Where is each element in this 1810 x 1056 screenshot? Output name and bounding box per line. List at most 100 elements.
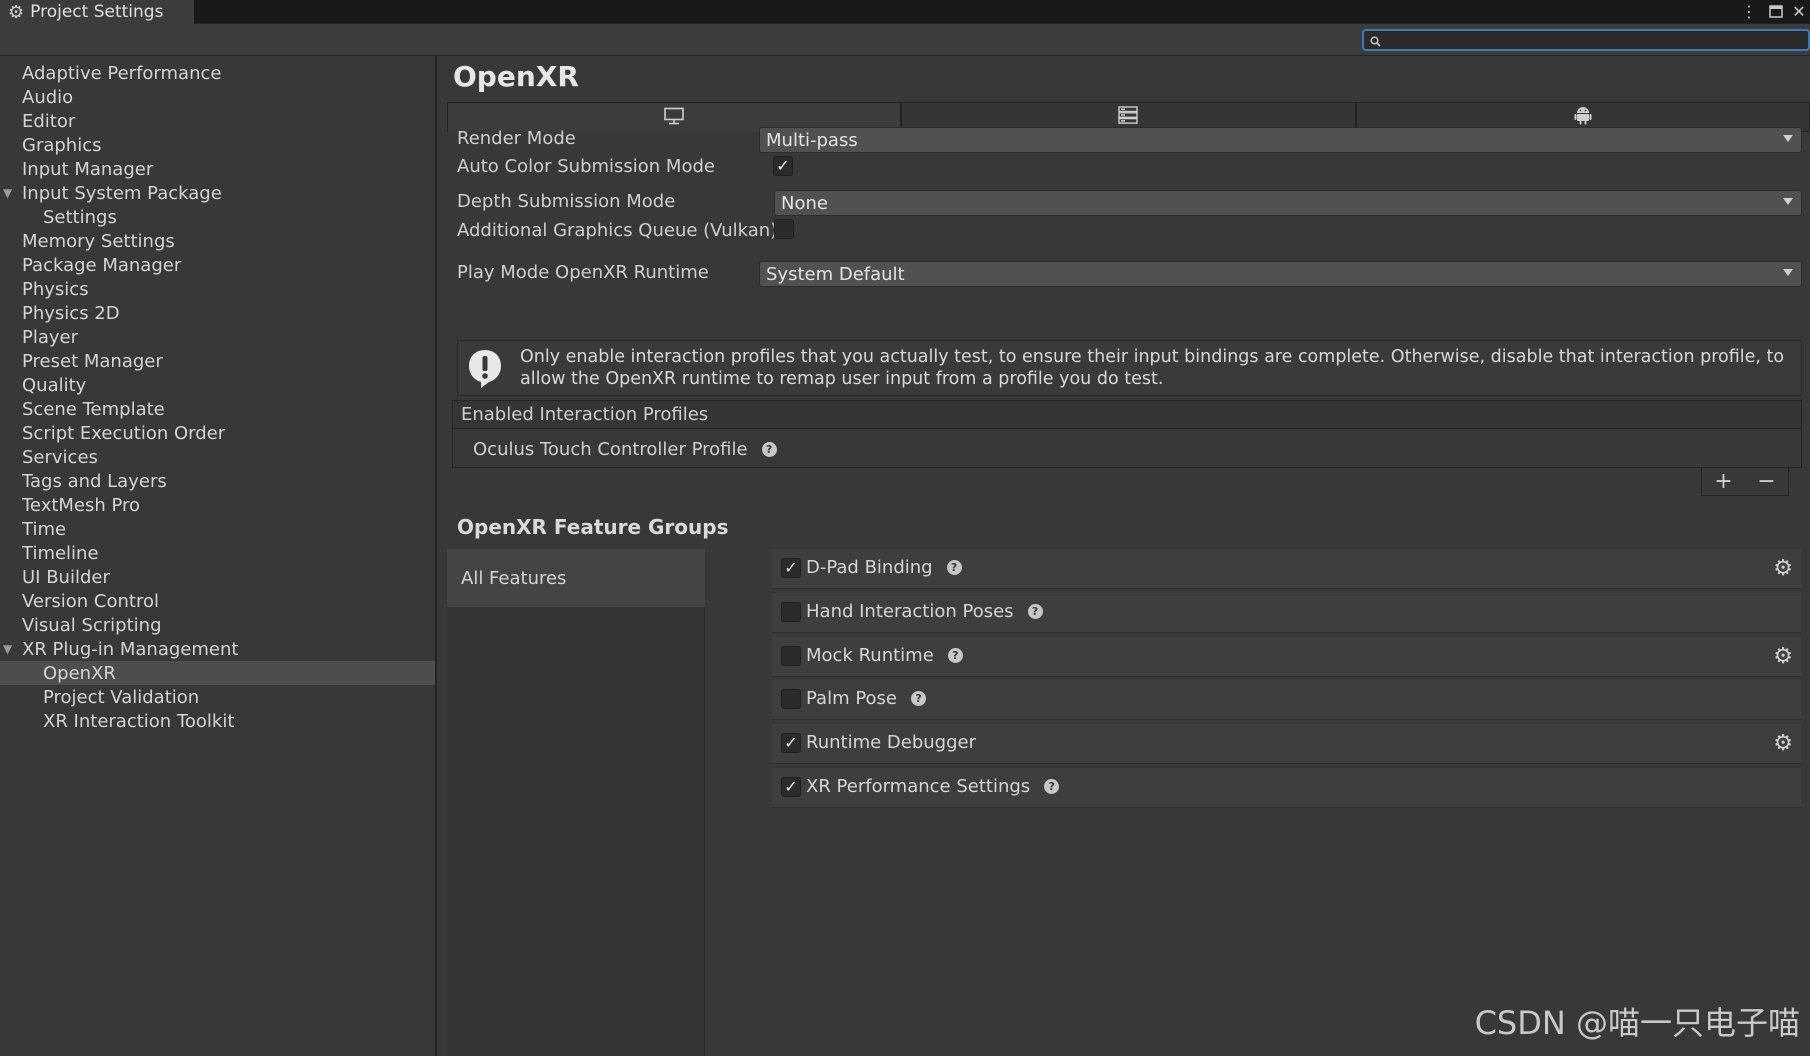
sidebar-item-xr-interaction-toolkit[interactable]: XR Interaction Toolkit [0, 709, 435, 733]
hand-interaction-poses-checkbox[interactable] [781, 602, 801, 622]
sidebar-item-script-execution-order[interactable]: Script Execution Order [0, 421, 435, 445]
sidebar-item-label: Input Manager [22, 158, 154, 180]
expand-arrow-icon[interactable]: ▼ [3, 186, 12, 200]
feature-group-label: All Features [461, 567, 567, 589]
feature-label: D-Pad Binding [806, 557, 933, 578]
auto-color-submission-checkbox[interactable]: ✓ [773, 156, 793, 176]
sidebar-item-physics-2d[interactable]: Physics 2D [0, 301, 435, 325]
feature-row-mock-runtime: Mock Runtime? ⚙ [772, 637, 1801, 677]
render-mode-label: Render Mode [457, 128, 576, 149]
feature-label: Runtime Debugger [806, 732, 976, 753]
close-icon[interactable]: ✕ [1790, 0, 1808, 22]
feature-groups-list: All Features [447, 549, 705, 1056]
sidebar-item-label: Package Manager [22, 254, 182, 276]
sidebar-item-input-manager[interactable]: Input Manager [0, 157, 435, 181]
sidebar-item-label: Script Execution Order [22, 422, 226, 444]
list-item[interactable]: Oculus Touch Controller Profile ? [473, 439, 777, 460]
window-tab[interactable]: ⚙ Project Settings [0, 0, 194, 24]
help-icon[interactable]: ? [911, 691, 927, 706]
sidebar-item-input-system-package[interactable]: ▼ Input System Package [0, 181, 435, 205]
additional-graphics-queue-label: Additional Graphics Queue (Vulkan) [457, 220, 778, 241]
sidebar-item-editor[interactable]: Editor [0, 109, 435, 133]
add-profile-button[interactable]: + [1714, 469, 1732, 494]
dpad-binding-checkbox[interactable]: ✓ [781, 558, 801, 578]
help-icon[interactable]: ? [1027, 604, 1043, 619]
sidebar-item-timeline[interactable]: Timeline [0, 541, 435, 565]
palm-pose-checkbox[interactable] [781, 689, 801, 709]
sidebar-item-xr-plugin-management[interactable]: ▼ XR Plug-in Management [0, 637, 435, 661]
maximize-icon[interactable] [1766, 0, 1786, 22]
sidebar-item-label: XR Interaction Toolkit [43, 710, 235, 732]
sidebar-item-visual-scripting[interactable]: Visual Scripting [0, 613, 435, 637]
sidebar-item-services[interactable]: Services [0, 445, 435, 469]
sidebar-item-preset-manager[interactable]: Preset Manager [0, 349, 435, 373]
sidebar-item-label: UI Builder [22, 566, 110, 588]
feature-row-palm-pose: Palm Pose? [772, 680, 1801, 720]
remove-profile-button[interactable]: − [1757, 469, 1775, 494]
sidebar-item-label: Adaptive Performance [22, 62, 222, 84]
search-input[interactable] [1362, 29, 1810, 51]
sidebar-item-version-control[interactable]: Version Control [0, 589, 435, 613]
help-icon[interactable]: ? [947, 648, 963, 663]
profile-name: Oculus Touch Controller Profile [473, 439, 748, 460]
sidebar-item-tags-and-layers[interactable]: Tags and Layers [0, 469, 435, 493]
server-stack-icon [1118, 106, 1139, 128]
sidebar-item-label: Physics [22, 278, 89, 300]
help-icon[interactable]: ? [1044, 779, 1060, 794]
sidebar-item-openxr[interactable]: OpenXR [0, 661, 435, 685]
sidebar-item-scene-template[interactable]: Scene Template [0, 397, 435, 421]
settings-sidebar: Adaptive Performance Audio Editor Graphi… [0, 56, 437, 1056]
sidebar-item-label: Tags and Layers [22, 470, 167, 492]
runtime-debugger-checkbox[interactable]: ✓ [781, 733, 801, 753]
sidebar-item-label: Settings [43, 206, 117, 228]
xr-performance-settings-checkbox[interactable]: ✓ [781, 777, 801, 797]
expand-arrow-icon[interactable]: ▼ [3, 642, 12, 656]
sidebar-item-memory-settings[interactable]: Memory Settings [0, 229, 435, 253]
kebab-menu-icon[interactable]: ⋮ [1741, 0, 1757, 22]
sidebar-item-label: Timeline [22, 542, 99, 564]
sidebar-item-time[interactable]: Time [0, 517, 435, 541]
sidebar-item-audio[interactable]: Audio [0, 85, 435, 109]
sidebar-item-physics[interactable]: Physics [0, 277, 435, 301]
sidebar-item-label: Quality [22, 374, 87, 396]
sidebar-item-package-manager[interactable]: Package Manager [0, 253, 435, 277]
sidebar-item-player[interactable]: Player [0, 325, 435, 349]
settings-main-panel: OpenXR Render Mode Multi-pass Auto Color… [439, 56, 1810, 1056]
sidebar-item-label: Visual Scripting [22, 614, 162, 636]
feature-name: Mock Runtime? [806, 645, 963, 666]
checkmark-icon: ✓ [776, 156, 790, 175]
mock-runtime-checkbox[interactable] [781, 646, 801, 666]
sidebar-item-input-system-settings[interactable]: Settings [0, 205, 435, 229]
feature-name: Palm Pose? [806, 688, 927, 709]
gear-icon[interactable]: ⚙ [1773, 556, 1793, 581]
additional-graphics-queue-checkbox[interactable] [774, 219, 794, 239]
sidebar-item-label: Physics 2D [22, 302, 120, 324]
profile-list-footer: + − [1701, 468, 1789, 496]
feature-name: XR Performance Settings? [806, 776, 1060, 797]
sidebar-item-label: Editor [22, 110, 76, 132]
render-mode-dropdown[interactable]: Multi-pass [759, 127, 1802, 153]
gear-icon[interactable]: ⚙ [1773, 731, 1793, 756]
sidebar-item-ui-builder[interactable]: UI Builder [0, 565, 435, 589]
sidebar-item-quality[interactable]: Quality [0, 373, 435, 397]
sidebar-item-adaptive-performance[interactable]: Adaptive Performance [0, 61, 435, 85]
interaction-profiles-header: Enabled Interaction Profiles [453, 401, 1801, 429]
toolbar [0, 24, 1810, 56]
play-mode-runtime-dropdown[interactable]: System Default [759, 261, 1802, 287]
feature-label: Palm Pose [806, 688, 898, 709]
help-icon[interactable]: ? [946, 560, 962, 575]
sidebar-item-label: Time [22, 518, 67, 540]
feature-row-dpad-binding: ✓ D-Pad Binding? ⚙ [772, 549, 1801, 589]
checkmark-icon: ✓ [784, 558, 798, 577]
depth-submission-dropdown[interactable]: None [774, 190, 1802, 216]
sidebar-item-label: Services [22, 446, 98, 468]
sidebar-item-textmesh-pro[interactable]: TextMesh Pro [0, 493, 435, 517]
feature-group-all-features[interactable]: All Features [447, 549, 705, 607]
sidebar-item-project-validation[interactable]: Project Validation [0, 685, 435, 709]
chevron-down-icon [1783, 198, 1793, 205]
sidebar-item-graphics[interactable]: Graphics [0, 133, 435, 157]
gear-icon: ⚙ [8, 1, 25, 23]
sidebar-item-label: Preset Manager [22, 350, 163, 372]
help-icon[interactable]: ? [761, 442, 777, 457]
gear-icon[interactable]: ⚙ [1773, 644, 1793, 669]
